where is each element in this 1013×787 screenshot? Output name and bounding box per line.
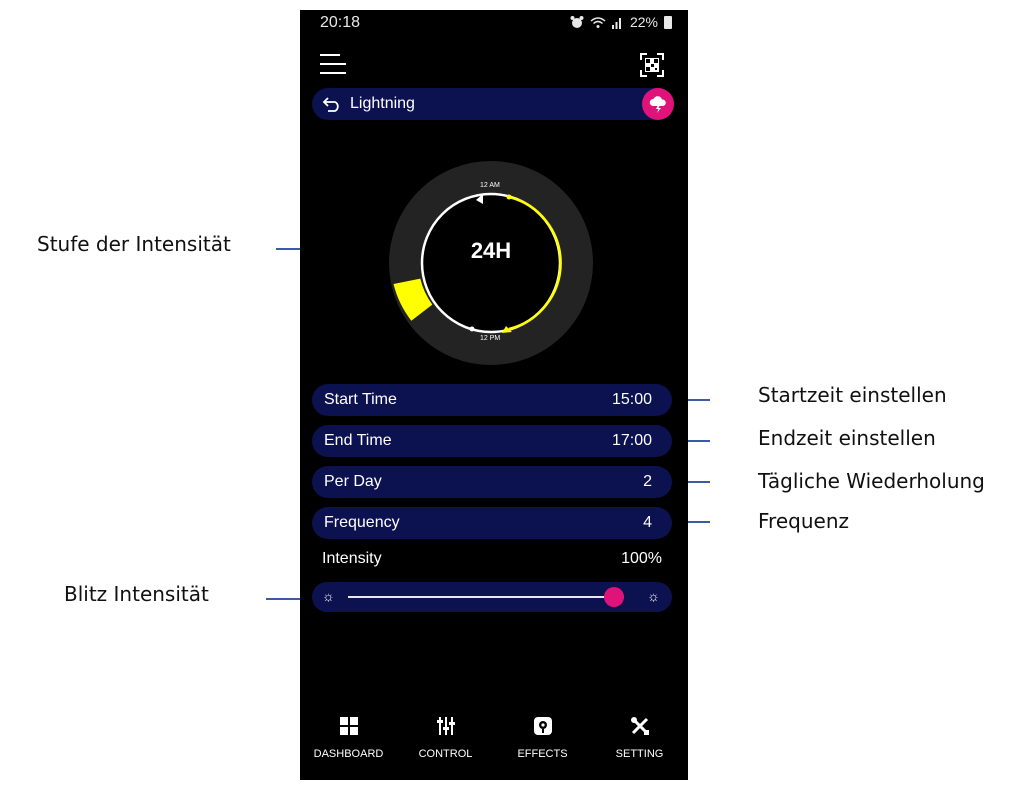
status-time: 20:18 bbox=[320, 14, 361, 31]
annotation-intensity-level: Stufe der Intensität bbox=[37, 232, 231, 256]
battery-percent: 22% bbox=[629, 14, 658, 30]
annotation-flash-intensity: Blitz Intensität bbox=[64, 582, 209, 606]
start-time-label: Start Time bbox=[324, 391, 397, 408]
alarm-icon bbox=[570, 16, 584, 28]
nav-setting[interactable]: SETTING bbox=[591, 710, 688, 770]
start-time-row[interactable]: Start Time 15:00 bbox=[312, 384, 672, 416]
effect-title: Lightning bbox=[350, 95, 415, 112]
bottom-navigation: DASHBOARD CONTROL EFFECTS SETTING bbox=[300, 710, 688, 770]
dial-bottom-label: 12 PM bbox=[480, 335, 501, 342]
end-time-row[interactable]: End Time 17:00 bbox=[312, 425, 672, 457]
effects-icon bbox=[533, 717, 552, 735]
dashboard-icon bbox=[339, 717, 358, 735]
end-time-label: End Time bbox=[324, 432, 392, 449]
annotation-frequency: Frequenz bbox=[758, 509, 849, 533]
intensity-label: Intensity bbox=[322, 550, 382, 567]
time-dial[interactable]: 12 AM 24H 12 PM bbox=[388, 160, 594, 366]
phone-screen: 20:18 22% Lightning 12 AM 24H 12 PM Star… bbox=[300, 10, 688, 780]
wifi-icon bbox=[590, 17, 606, 28]
lightning-cloud-icon[interactable] bbox=[642, 88, 674, 120]
frequency-row[interactable]: Frequency 4 bbox=[312, 507, 672, 539]
per-day-row[interactable]: Per Day 2 bbox=[312, 466, 672, 498]
intensity-slider[interactable]: ☼ ☼ bbox=[312, 582, 672, 612]
annotation-start-time: Startzeit einstellen bbox=[758, 383, 947, 407]
nav-effects-label: EFFECTS bbox=[517, 748, 568, 760]
back-icon[interactable] bbox=[322, 96, 342, 112]
battery-icon bbox=[664, 15, 672, 29]
qr-code-icon[interactable] bbox=[640, 53, 664, 77]
sliders-icon bbox=[436, 717, 455, 735]
nav-dashboard[interactable]: DASHBOARD bbox=[300, 710, 397, 770]
nav-control-label: CONTROL bbox=[418, 748, 473, 760]
menu-icon[interactable] bbox=[320, 52, 346, 78]
per-day-value: 2 bbox=[643, 473, 652, 490]
nav-effects[interactable]: EFFECTS bbox=[494, 710, 591, 770]
intensity-value: 100% bbox=[621, 550, 662, 567]
sun-low-icon: ☼ bbox=[322, 588, 335, 604]
slider-track[interactable] bbox=[348, 596, 624, 598]
start-time-value: 15:00 bbox=[611, 391, 652, 408]
sun-high-icon: ☼ bbox=[647, 588, 660, 604]
intensity-row: Intensity 100% bbox=[322, 550, 662, 568]
frequency-label: Frequency bbox=[324, 514, 400, 531]
nav-dashboard-label: DASHBOARD bbox=[313, 748, 384, 760]
annotation-end-time: Endzeit einstellen bbox=[758, 426, 936, 450]
per-day-label: Per Day bbox=[324, 473, 382, 490]
effect-title-bar: Lightning bbox=[312, 88, 674, 120]
nav-setting-label: SETTING bbox=[615, 748, 664, 760]
slider-knob[interactable] bbox=[604, 587, 624, 607]
signal-icon bbox=[611, 18, 621, 29]
status-bar: 20:18 22% bbox=[300, 10, 688, 38]
frequency-value: 4 bbox=[643, 514, 652, 531]
end-time-value: 17:00 bbox=[611, 432, 652, 449]
status-icons: 22% bbox=[570, 14, 672, 30]
tools-icon bbox=[630, 717, 649, 735]
annotation-daily-repeat: Tägliche Wiederholung bbox=[758, 469, 985, 493]
nav-control[interactable]: CONTROL bbox=[397, 710, 494, 770]
dial-center-label: 24H bbox=[470, 238, 512, 263]
dial-top-label: 12 AM bbox=[480, 182, 500, 189]
